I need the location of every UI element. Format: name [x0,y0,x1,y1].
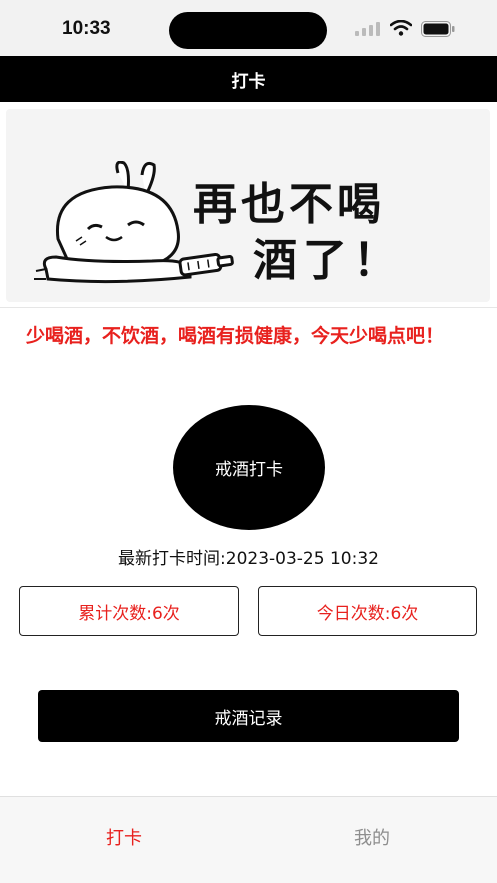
total-count-badge: 累计次数:6次 [19,586,239,636]
quit-drinking-records-button[interactable]: 戒酒记录 [38,690,459,742]
quit-drinking-checkin-button[interactable]: 戒酒打卡 [173,405,325,530]
dynamic-island [169,12,327,49]
navigation-bar: 打卡 [0,56,497,102]
page-title: 打卡 [231,71,266,92]
status-time: 10:33 [62,18,111,39]
status-bar: 10:33 [0,0,497,56]
tab-bar: 打卡 我的 [0,796,497,883]
banner-text-line2: 酒了！ [253,235,403,286]
slogan-text: 少喝酒，不饮酒，喝酒有损健康，今天少喝点吧！ [26,325,445,347]
battery-icon [421,21,455,37]
tab-checkin[interactable]: 打卡 [0,824,248,850]
tab-mine[interactable]: 我的 [248,824,496,850]
divider [0,307,497,308]
last-checkin-time: 最新打卡时间:2023-03-25 10:32 [118,549,379,569]
cellular-signal-icon [355,22,380,36]
today-count-badge: 今日次数:6次 [258,586,477,636]
wifi-icon [390,20,412,36]
app-screen: 10:33 打卡 再也不喝 酒了！ 少喝酒，不饮酒，喝酒有损健康，今天少喝点吧！… [0,0,497,883]
banner-text-line1: 再也不喝 [193,179,385,230]
